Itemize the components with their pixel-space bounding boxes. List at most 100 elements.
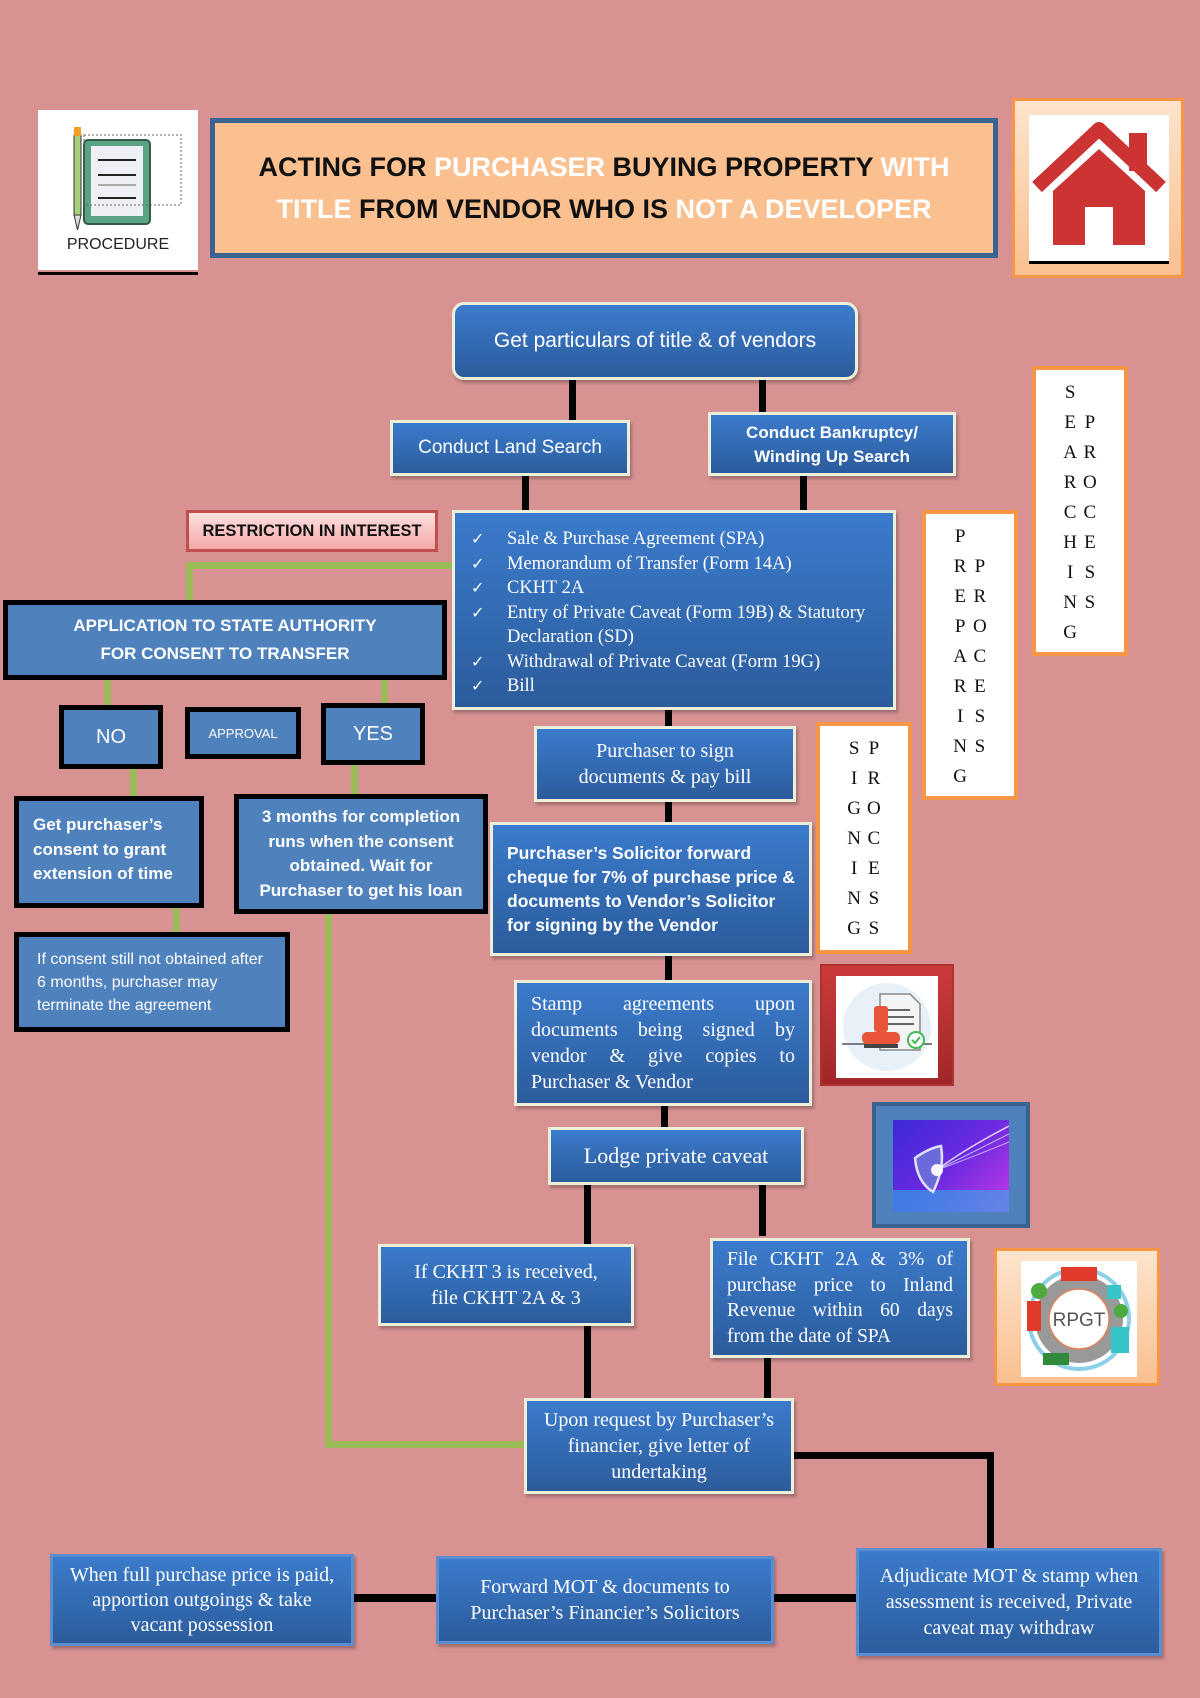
yes-node: YES	[321, 703, 425, 765]
connector	[772, 1594, 858, 1602]
vertical-letter: I	[850, 768, 858, 789]
procedure-notepad-icon	[73, 127, 182, 231]
title-highlight: TITLE	[276, 194, 352, 224]
rpgt-text: RPGT	[1053, 1310, 1106, 1331]
vertical-letter: E	[954, 586, 966, 607]
security-shield-image	[872, 1102, 1030, 1228]
document-item: Sale & Purchase Agreement (SPA)	[455, 527, 893, 552]
vertical-letter: P	[868, 738, 880, 759]
vertical-letter: G	[1063, 622, 1077, 643]
vertical-letter: E	[1064, 412, 1076, 433]
vertical-letter: P	[954, 526, 966, 547]
title-highlight: NOT A DEVELOPER	[675, 194, 932, 224]
vertical-letter: C	[973, 646, 987, 667]
vertical-letter: S	[974, 736, 986, 757]
vertical-letter: O	[1083, 472, 1097, 493]
vertical-letter: I	[850, 858, 858, 879]
stamp-agreements-node: Stamp agreements upon documents being si…	[514, 980, 812, 1106]
vertical-letter: S	[868, 888, 880, 909]
ckht3-received-node: If CKHT 3 is received, file CKHT 2A & 3	[378, 1244, 634, 1326]
vertical-letter: H	[1063, 532, 1077, 553]
vertical-letter: I	[1066, 562, 1074, 583]
vertical-letter: P	[974, 556, 986, 577]
application-state-authority-node: APPLICATION TO STATE AUTHORITY FOR CONSE…	[3, 600, 447, 680]
searching-process-label: SEARCHING PROCESS	[1032, 366, 1128, 656]
vertical-letter: C	[1083, 502, 1097, 523]
vertical-letter	[977, 522, 982, 552]
connector	[325, 910, 332, 1448]
file-ckht2a-node: File CKHT 2A & 3% of purchase price to I…	[710, 1238, 970, 1358]
vertical-letter: S	[868, 918, 880, 939]
forward-cheque-node: Purchaser’s Solicitor forward cheque for…	[490, 822, 812, 956]
connector	[987, 1452, 994, 1552]
house-logo	[1012, 98, 1184, 278]
vertical-letter: R	[973, 586, 987, 607]
vertical-letter: R	[1083, 442, 1097, 463]
document-item: Memorandum of Transfer (Form 14A)	[455, 552, 893, 577]
bankruptcy-search-node: Conduct Bankruptcy/ Winding Up Search	[708, 412, 956, 476]
document-item: Bill	[455, 674, 893, 699]
vertical-letter: S	[1084, 562, 1096, 583]
document-item: Withdrawal of Private Caveat (Form 19G)	[455, 650, 893, 675]
rpgt-city-icon: RPGT	[1027, 1267, 1131, 1371]
title-highlight: PURCHASER	[433, 152, 605, 182]
vertical-letter: G	[953, 766, 967, 787]
title-text: ACTING FOR	[258, 152, 434, 182]
preparing-process-label: PREPARING PROCESS	[922, 510, 1018, 800]
vertical-letter: N	[953, 736, 967, 757]
vertical-letter: N	[847, 888, 861, 909]
letter-undertaking-node: Upon request by Purchaser’s financier, g…	[524, 1398, 794, 1494]
extension-of-time-node: Get purchaser’s consent to grant extensi…	[14, 796, 204, 908]
procedure-label: PROCEDURE	[66, 236, 170, 253]
documents-checklist-node: Sale & Purchase Agreement (SPA)Memorandu…	[452, 510, 896, 710]
connector	[569, 376, 576, 422]
terminate-agreement-node: If consent still not obtained after 6 mo…	[14, 932, 290, 1032]
shield-icon	[893, 1120, 1009, 1212]
title-text: FROM VENDOR WHO IS	[351, 194, 676, 224]
vertical-letter: A	[953, 646, 967, 667]
connector	[800, 474, 807, 514]
title-line-2: TITLE FROM VENDOR WHO IS NOT A DEVELOPER	[276, 188, 931, 230]
connector	[352, 1594, 438, 1602]
stamp-document-icon	[842, 983, 932, 1071]
vertical-letter: O	[867, 798, 881, 819]
vertical-letter	[1087, 378, 1092, 408]
no-node: NO	[59, 705, 163, 769]
forward-mot-node: Forward MOT & documents to Purchaser’s F…	[436, 1556, 774, 1644]
sign-pay-node: Purchaser to sign documents & pay bill	[534, 726, 796, 802]
house-icon	[1032, 122, 1166, 245]
connector	[584, 1180, 591, 1246]
vertical-letter: C	[1063, 502, 1077, 523]
vertical-letter: E	[974, 676, 986, 697]
connector	[759, 1180, 766, 1236]
vertical-letter: N	[1063, 592, 1077, 613]
restriction-in-interest-label: RESTRICTION IN INTEREST	[186, 510, 438, 552]
vertical-letter: S	[974, 706, 986, 727]
connector	[584, 1326, 591, 1400]
vertical-letter: G	[847, 798, 861, 819]
stamp-image	[820, 964, 954, 1086]
vertical-letter: G	[847, 918, 861, 939]
get-particulars-node: Get particulars of title & of vendors	[452, 302, 858, 380]
vertical-letter: O	[973, 616, 987, 637]
vertical-letter: I	[956, 706, 964, 727]
vertical-letter: E	[868, 858, 880, 879]
connector	[665, 954, 672, 982]
document-item: CKHT 2A	[455, 576, 893, 601]
vertical-letter: R	[1063, 472, 1077, 493]
title-highlight: WITH	[880, 152, 950, 182]
vertical-letter: P	[1084, 412, 1096, 433]
connector	[792, 1452, 994, 1459]
vertical-letter: R	[953, 676, 967, 697]
three-months-completion-node: 3 months for completion runs when the co…	[234, 794, 488, 914]
full-price-paid-node: When full purchase price is paid, apport…	[50, 1554, 354, 1646]
connector	[661, 1102, 668, 1130]
vertical-letter: A	[1063, 442, 1077, 463]
vertical-letter: S	[1084, 592, 1096, 613]
approval-node: APPROVAL	[185, 707, 301, 759]
vertical-letter: R	[953, 556, 967, 577]
vertical-letter: C	[867, 828, 881, 849]
title-line-1: ACTING FOR PURCHASER BUYING PROPERTY WIT…	[258, 146, 949, 188]
documents-list: Sale & Purchase Agreement (SPA)Memorandu…	[455, 527, 893, 699]
land-search-node: Conduct Land Search	[390, 420, 630, 476]
